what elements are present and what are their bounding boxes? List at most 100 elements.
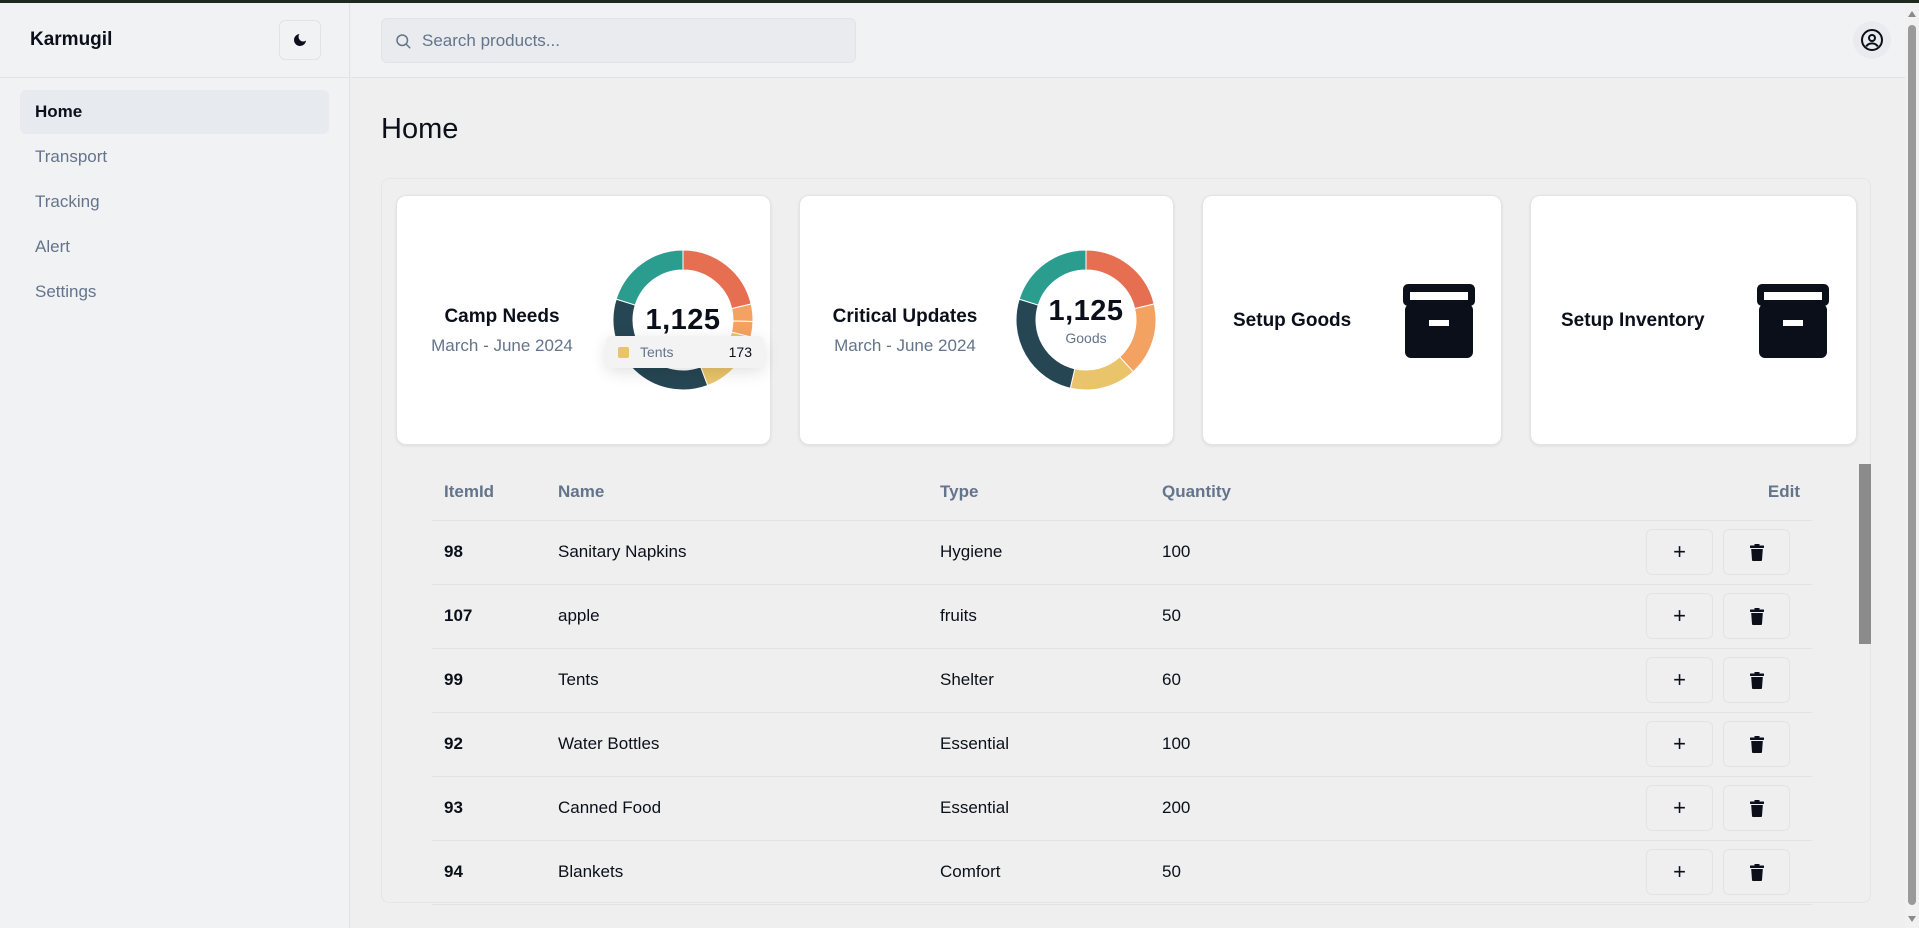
cell-quantity: 60: [1162, 648, 1562, 713]
page-scrollbar[interactable]: [1905, 3, 1919, 928]
table-row[interactable]: 98 Sanitary Napkins Hygiene 100 +: [432, 520, 1812, 585]
brand-name[interactable]: Karmugil: [30, 29, 112, 51]
donut-center-label: Goods: [1065, 329, 1107, 346]
table-row[interactable]: 92 Water Bottles Essential 100 +: [432, 712, 1812, 777]
cell-type: Comfort: [940, 840, 1162, 905]
cell-quantity: 100: [1162, 520, 1562, 585]
add-button[interactable]: +: [1646, 849, 1713, 895]
cell-name: Water Bottles: [558, 712, 940, 777]
cell-quantity: 200: [1162, 776, 1562, 841]
chart-tooltip: Tents 173: [606, 336, 764, 368]
critical-updates-donut-chart[interactable]: 1,125 Goods: [1015, 249, 1157, 391]
cell-type: Essential: [940, 776, 1162, 841]
cell-type: Hygiene: [940, 520, 1162, 585]
cell-itemid: 94: [432, 840, 558, 905]
delete-button[interactable]: [1723, 785, 1790, 831]
archive-box-icon: [1403, 284, 1475, 358]
cell-itemid: 99: [432, 648, 558, 713]
table-row[interactable]: 94 Blankets Comfort 50 +: [432, 840, 1812, 905]
cell-quantity: 50: [1162, 840, 1562, 905]
scroll-thumb[interactable]: [1908, 25, 1916, 905]
sidebar-item-transport[interactable]: Transport: [20, 135, 329, 179]
table-row[interactable]: 93 Canned Food Essential 200 +: [432, 776, 1812, 841]
row-actions: +: [1562, 657, 1800, 703]
sidebar-item-tracking[interactable]: Tracking: [20, 180, 329, 224]
cell-name: Blankets: [558, 840, 940, 905]
cell-itemid: 98: [432, 520, 558, 585]
donut-center: 1,125: [613, 250, 753, 390]
setup-goods-card[interactable]: Setup Goods: [1202, 195, 1502, 445]
table-header-row: ItemId Name Type Quantity Edit: [432, 465, 1812, 521]
critical-updates-card[interactable]: Critical Updates March - June 2024 1,125…: [799, 195, 1174, 445]
add-button[interactable]: +: [1646, 593, 1713, 639]
row-actions: +: [1562, 593, 1800, 639]
theme-toggle-button[interactable]: [279, 20, 321, 60]
card-subtitle: March - June 2024: [431, 336, 573, 355]
cell-type: Shelter: [940, 648, 1162, 713]
cell-itemid: 92: [432, 712, 558, 777]
sidebar-item-home[interactable]: Home: [20, 90, 329, 134]
column-header-itemid[interactable]: ItemId: [432, 465, 558, 521]
delete-button[interactable]: [1723, 593, 1790, 639]
delete-button[interactable]: [1723, 849, 1790, 895]
sidebar-item-settings[interactable]: Settings: [20, 270, 329, 314]
page-title: Home: [381, 113, 459, 145]
sidebar-item-alert[interactable]: Alert: [20, 225, 329, 269]
moon-icon: [294, 34, 306, 46]
card-title: Setup Goods: [1233, 310, 1352, 331]
row-actions: +: [1562, 849, 1800, 895]
table-row[interactable]: 99 Tents Shelter 60 +: [432, 648, 1812, 713]
camp-needs-card[interactable]: Camp Needs March - June 2024 1,125 Tents…: [396, 195, 771, 445]
donut-total: 1,125: [1048, 294, 1124, 327]
search-box: [381, 18, 856, 63]
column-header-quantity[interactable]: Quantity: [1162, 465, 1562, 521]
sidebar-nav: Home Transport Tracking Alert Settings: [0, 78, 349, 327]
scroll-down-arrow[interactable]: [1908, 916, 1916, 922]
cell-itemid: 93: [432, 776, 558, 841]
column-header-name[interactable]: Name: [558, 465, 940, 521]
search-input[interactable]: [422, 30, 842, 51]
trash-icon: [1749, 607, 1764, 625]
cell-edit: +: [1562, 712, 1812, 777]
cell-itemid: 107: [432, 584, 558, 649]
donut-total: 1,125: [645, 303, 721, 336]
archive-box-icon: [1757, 284, 1829, 358]
tooltip-swatch: [618, 346, 629, 358]
add-button[interactable]: +: [1646, 529, 1713, 575]
add-button[interactable]: +: [1646, 785, 1713, 831]
delete-button[interactable]: [1723, 529, 1790, 575]
trash-icon: [1749, 543, 1764, 561]
table-scrollbar[interactable]: [1859, 464, 1871, 644]
inventory-table-container: ItemId Name Type Quantity Edit 98 Sanitar…: [432, 465, 1812, 905]
cell-name: Tents: [558, 648, 940, 713]
cell-name: Sanitary Napkins: [558, 520, 940, 585]
delete-button[interactable]: [1723, 657, 1790, 703]
dashboard-panel: Camp Needs March - June 2024 1,125 Tents…: [381, 178, 1871, 905]
cell-edit: +: [1562, 584, 1812, 649]
sidebar-header: Karmugil: [0, 3, 349, 78]
cell-type: Essential: [940, 712, 1162, 777]
column-header-type[interactable]: Type: [940, 465, 1162, 521]
donut-center: 1,125 Goods: [1016, 250, 1156, 390]
tooltip-value: 173: [728, 344, 752, 360]
table-row[interactable]: 107 apple fruits 50 +: [432, 584, 1812, 649]
user-circle-icon: [1861, 29, 1883, 51]
user-menu-button[interactable]: [1853, 21, 1891, 59]
trash-icon: [1749, 863, 1764, 881]
card-subtitle: March - June 2024: [834, 336, 976, 355]
cell-name: apple: [558, 584, 940, 649]
cell-quantity: 50: [1162, 584, 1562, 649]
cell-edit: +: [1562, 776, 1812, 841]
card-title: Critical Updates: [832, 306, 978, 327]
scroll-up-arrow[interactable]: [1908, 11, 1916, 17]
add-button[interactable]: +: [1646, 657, 1713, 703]
column-header-edit: Edit: [1562, 465, 1812, 521]
trash-icon: [1749, 799, 1764, 817]
setup-inventory-card[interactable]: Setup Inventory: [1530, 195, 1857, 445]
cell-quantity: 100: [1162, 712, 1562, 777]
trash-icon: [1749, 735, 1764, 753]
delete-button[interactable]: [1723, 721, 1790, 767]
add-button[interactable]: +: [1646, 721, 1713, 767]
cell-type: fruits: [940, 584, 1162, 649]
camp-needs-donut-chart[interactable]: 1,125: [612, 249, 754, 391]
